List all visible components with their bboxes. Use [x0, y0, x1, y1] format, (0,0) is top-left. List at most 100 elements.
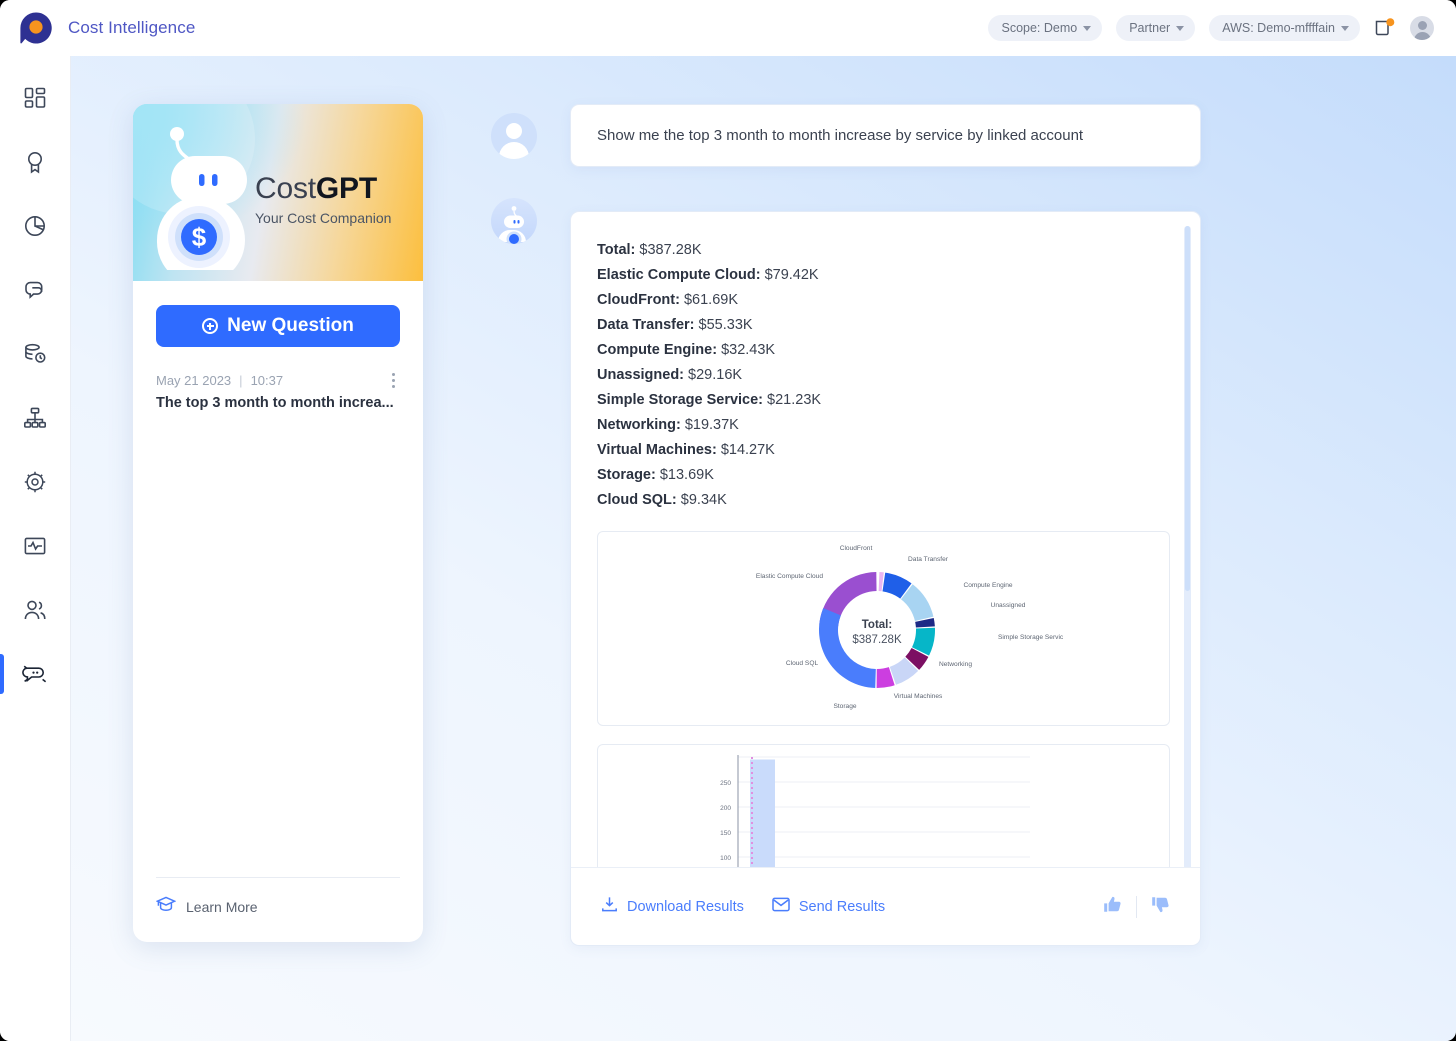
donut-center-value: $387.28K	[852, 634, 902, 646]
chevron-down-icon	[1083, 26, 1092, 31]
send-results-label: Send Results	[798, 898, 886, 915]
donut-slice-label: Simple Storage Servic	[998, 634, 1064, 641]
answer-line-label: Total:	[597, 242, 636, 258]
costgpt-hero-text: CostGPT Your Cost Companion	[255, 172, 391, 226]
sidebar-item-savings[interactable]	[0, 130, 70, 194]
history-item-separator: |	[239, 373, 243, 388]
answer-line-value: $14.27K	[720, 442, 775, 458]
brand: Cost Intelligence	[0, 10, 195, 46]
history-item[interactable]: May 21 2023 | 10:37 The top 3 month to m…	[156, 373, 400, 411]
graduation-cap-icon	[155, 895, 177, 918]
header-controls: Scope: Demo Partner AWS: Demo-mffffain	[988, 15, 1456, 41]
feedback-controls	[1103, 895, 1170, 919]
sidebar-item-costgpt[interactable]	[0, 642, 70, 706]
answer-line-value: $29.16K	[688, 367, 743, 383]
hierarchy-icon	[23, 406, 47, 430]
answer-line-value: $387.28K	[639, 242, 702, 258]
dashboard-icon	[23, 86, 47, 110]
link-bubbles-icon	[23, 278, 47, 302]
donut-slice-label: Compute Engine	[963, 582, 1012, 589]
plus-circle-icon	[202, 318, 219, 334]
user-avatar[interactable]	[1410, 16, 1434, 40]
donut-slice-label: Unassigned	[991, 602, 1026, 609]
app-title: Cost Intelligence	[68, 18, 196, 37]
donut-chart: Total: $387.28K Elastic Compute Cloud Cloud…	[756, 545, 1064, 710]
activity-monitor-icon	[23, 534, 47, 558]
pie-chart-icon	[23, 214, 47, 238]
answer-scrollbar-track[interactable]	[1184, 226, 1191, 867]
new-question-button[interactable]: New Question	[156, 305, 400, 347]
costgpt-title-bold: GPT	[315, 172, 377, 205]
send-results-button[interactable]: Send Results	[772, 897, 885, 916]
answer-line-label: Compute Engine:	[597, 342, 718, 358]
sidebar-item-connections[interactable]	[0, 258, 70, 322]
answer-line-label: Storage:	[597, 467, 656, 483]
bar-chart: 050100150200250	[720, 755, 1030, 867]
sidebar-item-dashboard[interactable]	[0, 66, 70, 130]
donut-slice-label: Virtual Machines	[894, 693, 943, 700]
sidebar-item-kubernetes[interactable]	[0, 450, 70, 514]
app-window: Cost Intelligence Scope: Demo Partner AW…	[0, 0, 1456, 1041]
download-results-label: Download Results	[627, 898, 744, 915]
aws-account-selector-label: AWS: Demo-mffffain	[1222, 21, 1335, 35]
answer-line: Networking: $19.37K	[597, 413, 1170, 438]
answer-line-label: Virtual Machines:	[597, 442, 717, 458]
download-results-button[interactable]: Download Results	[601, 896, 744, 917]
history-item-time: 10:37	[250, 373, 284, 388]
bar-chart-ytick-label: 150	[720, 830, 731, 837]
answer-scroll-area: Total: $387.28K Elastic Compute Cloud: $…	[571, 212, 1200, 867]
answer-line: Compute Engine: $32.43K	[597, 338, 1170, 363]
kebab-menu-icon[interactable]	[386, 373, 400, 391]
notification-icon[interactable]	[1374, 17, 1396, 39]
costgpt-title-light: Cost	[255, 172, 316, 205]
bot-avatar-icon	[491, 198, 537, 244]
user-avatar-icon	[491, 113, 537, 159]
costgpt-mascot-icon: $	[147, 118, 267, 281]
answer-line: Elastic Compute Cloud: $79.42K	[597, 263, 1170, 288]
answer-line-value: $13.69K	[659, 467, 714, 483]
chevron-down-icon	[1341, 26, 1349, 31]
scope-selector[interactable]: Scope: Demo	[988, 15, 1103, 41]
question-message: Show me the top 3 month to month increas…	[491, 104, 1201, 167]
sidebar-item-cost-analysis[interactable]	[0, 194, 70, 258]
answer-scrollbar-thumb[interactable]	[1185, 226, 1190, 591]
feedback-divider	[1136, 895, 1137, 918]
sidebar-item-org-structure[interactable]	[0, 386, 70, 450]
answer-line-label: Simple Storage Service:	[597, 392, 764, 408]
answer-line: CloudFront: $61.69K	[597, 288, 1170, 313]
question-text: Show me the top 3 month to month increas…	[597, 127, 1084, 144]
answer-line: Total: $387.28K	[597, 238, 1170, 263]
sidebar-item-monitoring[interactable]	[0, 514, 70, 578]
answer-line-value: $19.37K	[684, 417, 739, 433]
donut-slice-label: Data Transfer	[908, 556, 949, 563]
question-bubble: Show me the top 3 month to month increas…	[570, 104, 1201, 167]
answer-line-label: Cloud SQL:	[597, 492, 677, 508]
answer-line-label: Elastic Compute Cloud:	[597, 267, 761, 283]
sidebar-item-users[interactable]	[0, 578, 70, 642]
users-icon	[23, 598, 47, 622]
bar-chart-card: 050100150200250	[597, 744, 1170, 867]
answer-line: Storage: $13.69K	[597, 463, 1170, 488]
answer-line-label: Networking:	[597, 417, 681, 433]
answer-line: Simple Storage Service: $21.23K	[597, 388, 1170, 413]
answer-line-value: $79.42K	[764, 267, 819, 283]
chat-column: Show me the top 3 month to month increas…	[491, 104, 1201, 946]
partner-selector[interactable]: Partner	[1116, 15, 1196, 41]
history-item-meta: May 21 2023 | 10:37	[156, 373, 400, 388]
main-canvas: $ CostGPT Your Cost Companion New Questi…	[71, 56, 1456, 1041]
donut-chart-card: Total: $387.28K Elastic Compute Cloud Cloud…	[597, 531, 1170, 726]
answer-line-value: $32.43K	[721, 342, 776, 358]
aws-account-selector[interactable]: AWS: Demo-mffffain	[1209, 15, 1360, 41]
donut-slice-label: Storage	[833, 703, 856, 710]
answer-line: Data Transfer: $55.33K	[597, 313, 1170, 338]
donut-slice-label: Elastic Compute Cloud	[756, 573, 823, 580]
sidebar-item-data-history[interactable]	[0, 322, 70, 386]
thumbs-down-icon[interactable]	[1151, 895, 1170, 919]
learn-more-row[interactable]: Learn More	[155, 877, 400, 942]
thumbs-up-icon[interactable]	[1103, 895, 1122, 919]
download-icon	[601, 896, 618, 917]
answer-message: Total: $387.28K Elastic Compute Cloud: $…	[491, 189, 1201, 946]
partner-selector-label: Partner	[1129, 21, 1171, 35]
answer-line: Virtual Machines: $14.27K	[597, 438, 1170, 463]
answer-line-value: $21.23K	[767, 392, 822, 408]
